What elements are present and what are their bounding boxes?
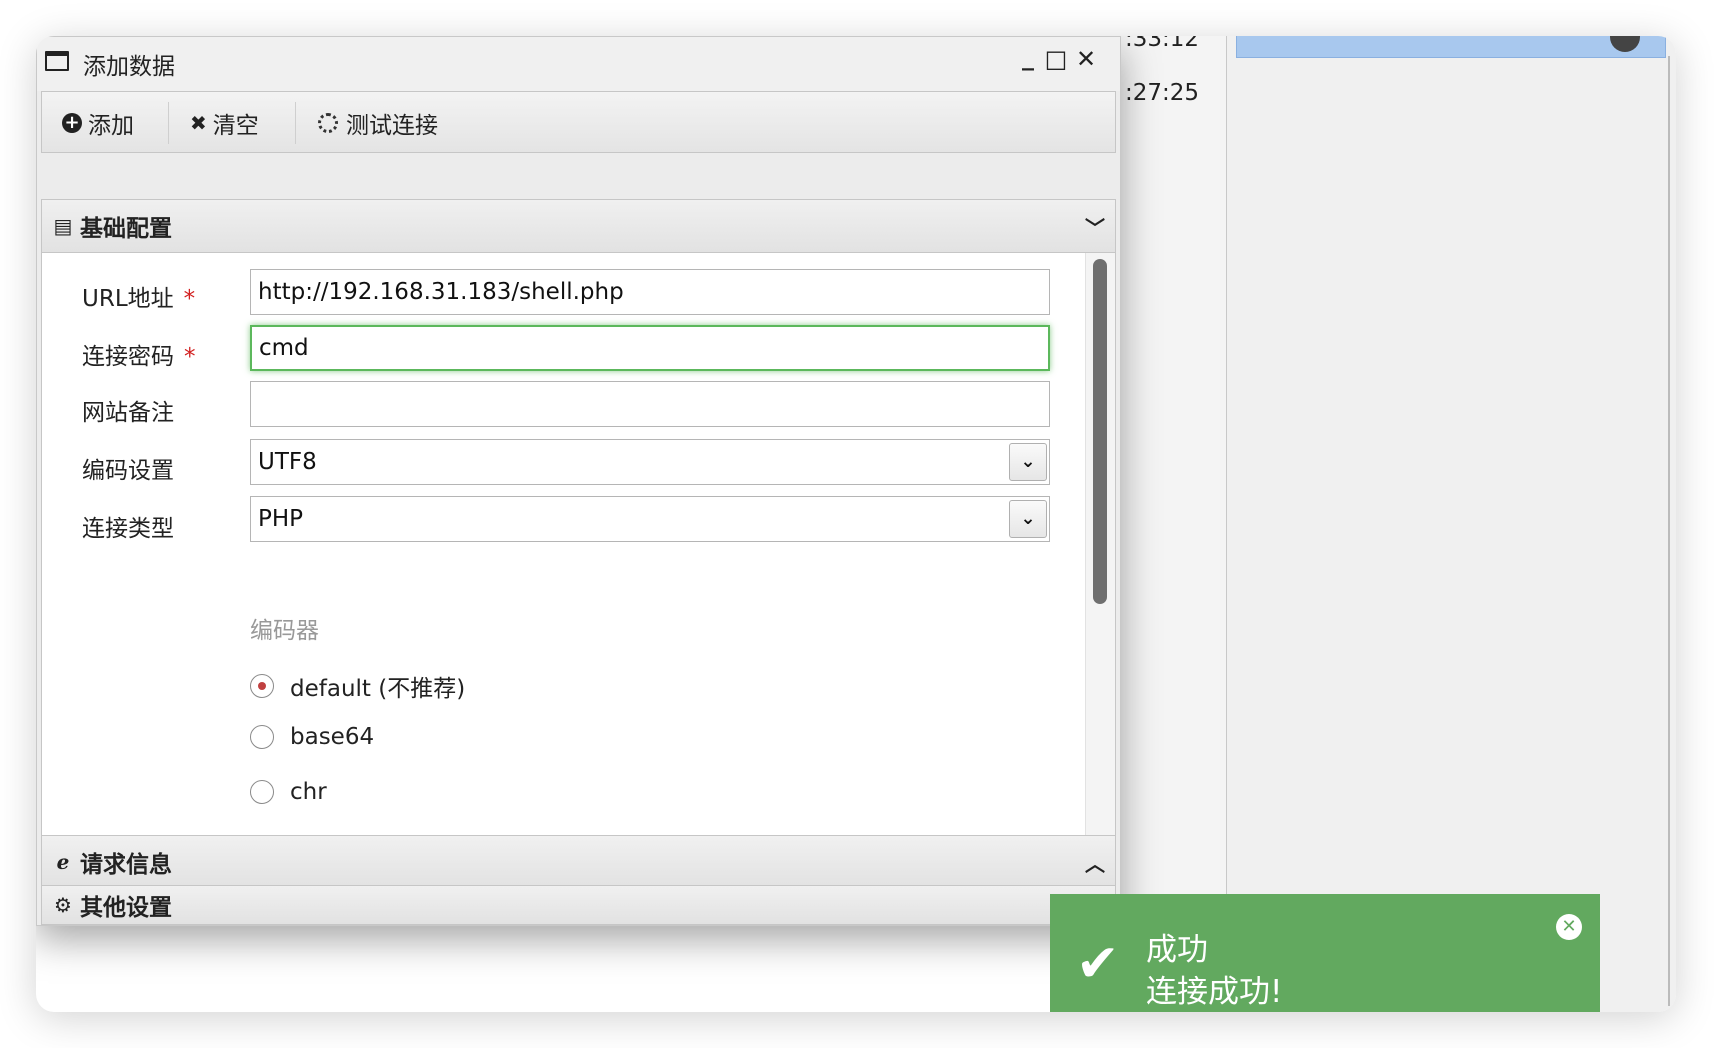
gears-icon: ⚙ <box>54 893 72 917</box>
password-label: 连接密码 * <box>82 344 196 370</box>
chevron-up-icon[interactable]: ︿ <box>1085 848 1105 877</box>
note-input[interactable] <box>250 381 1050 427</box>
clear-button-label: 清空 <box>212 113 259 139</box>
radio-icon[interactable] <box>250 780 274 804</box>
scrollbar[interactable] <box>1085 253 1115 837</box>
test-connection-label: 测试连接 <box>346 113 438 139</box>
close-icon[interactable]: ✕ <box>1556 914 1582 940</box>
toast-title: 成功 <box>1146 932 1208 968</box>
password-input[interactable]: cmd <box>250 325 1050 371</box>
section-request-info[interactable]: ℯ 请求信息 ︿ <box>41 835 1116 889</box>
divider <box>1668 56 1670 1006</box>
radio-checked-icon[interactable] <box>250 674 274 698</box>
section-request-info-label: 请求信息 <box>80 852 172 878</box>
success-toast: ✔ 成功 连接成功! ✕ <box>1050 894 1600 1012</box>
dialog-title: 添加数据 <box>83 54 175 80</box>
spinner-icon <box>318 113 338 133</box>
section-basic-config[interactable]: ▤ 基础配置 ﹀ <box>41 199 1116 253</box>
encoder-group-label: 编码器 <box>250 618 319 644</box>
document-icon: ▤ <box>53 214 73 238</box>
section-basic-config-label: 基础配置 <box>80 216 172 242</box>
background-right-panel <box>1226 36 1676 1012</box>
add-button-label: 添加 <box>88 113 134 139</box>
url-label: URL地址 * <box>82 286 196 312</box>
toast-message: 连接成功! <box>1146 974 1283 1010</box>
checkmark-icon: ✔ <box>1076 934 1120 994</box>
encoding-select-value: UTF8 <box>258 449 317 475</box>
dialog-titlebar[interactable]: 添加数据 _ □ ✕ <box>37 37 1120 91</box>
background-selected-row[interactable] <box>1236 36 1666 58</box>
clear-button[interactable]: ✖ 清空 <box>190 106 259 140</box>
required-mark: * <box>184 344 196 370</box>
encoding-label: 编码设置 <box>82 458 174 484</box>
screen: :33:12 :27:25 添加数据 _ □ ✕ + 添加 ✖ 清空 测试连接 … <box>36 36 1676 1012</box>
chevron-down-icon[interactable]: ﹀ <box>1085 212 1105 241</box>
x-icon: ✖ <box>190 111 207 135</box>
connection-type-select[interactable]: PHP ⌄ <box>250 496 1050 542</box>
required-mark: * <box>183 286 196 312</box>
encoding-select[interactable]: UTF8 ⌄ <box>250 439 1050 485</box>
chevron-down-icon[interactable]: ⌄ <box>1009 500 1047 538</box>
test-connection-button[interactable]: 测试连接 <box>318 106 438 140</box>
connection-type-value: PHP <box>258 506 304 532</box>
chevron-down-icon[interactable]: ⌄ <box>1009 443 1047 481</box>
minimize-button[interactable]: _ <box>1013 43 1043 71</box>
connection-type-label: 连接类型 <box>82 516 174 542</box>
encoder-option-label: base64 <box>290 724 375 750</box>
edge-icon: ℯ <box>56 850 70 874</box>
add-data-dialog: 添加数据 _ □ ✕ + 添加 ✖ 清空 测试连接 ▤ 基础配置 ﹀ URL地址… <box>36 36 1121 926</box>
note-label: 网站备注 <box>82 400 174 426</box>
encoder-option-chr[interactable]: chr <box>250 779 327 805</box>
window-icon <box>45 51 69 71</box>
add-button[interactable]: + 添加 <box>62 106 134 140</box>
encoder-option-label: default (不推荐) <box>290 676 466 702</box>
close-button[interactable]: ✕ <box>1071 45 1101 73</box>
dialog-toolbar: + 添加 ✖ 清空 测试连接 <box>41 91 1116 153</box>
encoder-option-label: chr <box>290 779 327 805</box>
plus-circle-icon: + <box>62 113 82 133</box>
encoder-option-base64[interactable]: base64 <box>250 724 374 750</box>
url-input[interactable]: http://192.168.31.183/shell.php <box>250 269 1050 315</box>
maximize-button[interactable]: □ <box>1041 45 1071 73</box>
scrollbar-thumb[interactable] <box>1093 259 1107 604</box>
basic-config-form: URL地址 * http://192.168.31.183/shell.php 连… <box>41 253 1116 837</box>
section-other-settings[interactable]: ⚙ 其他设置 ︿ <box>41 885 1116 925</box>
radio-icon[interactable] <box>250 725 274 749</box>
section-other-settings-label: 其他设置 <box>80 895 172 921</box>
toolbar-separator <box>168 102 169 144</box>
toolbar-separator <box>295 102 296 144</box>
encoder-option-default[interactable]: default (不推荐) <box>250 669 465 703</box>
